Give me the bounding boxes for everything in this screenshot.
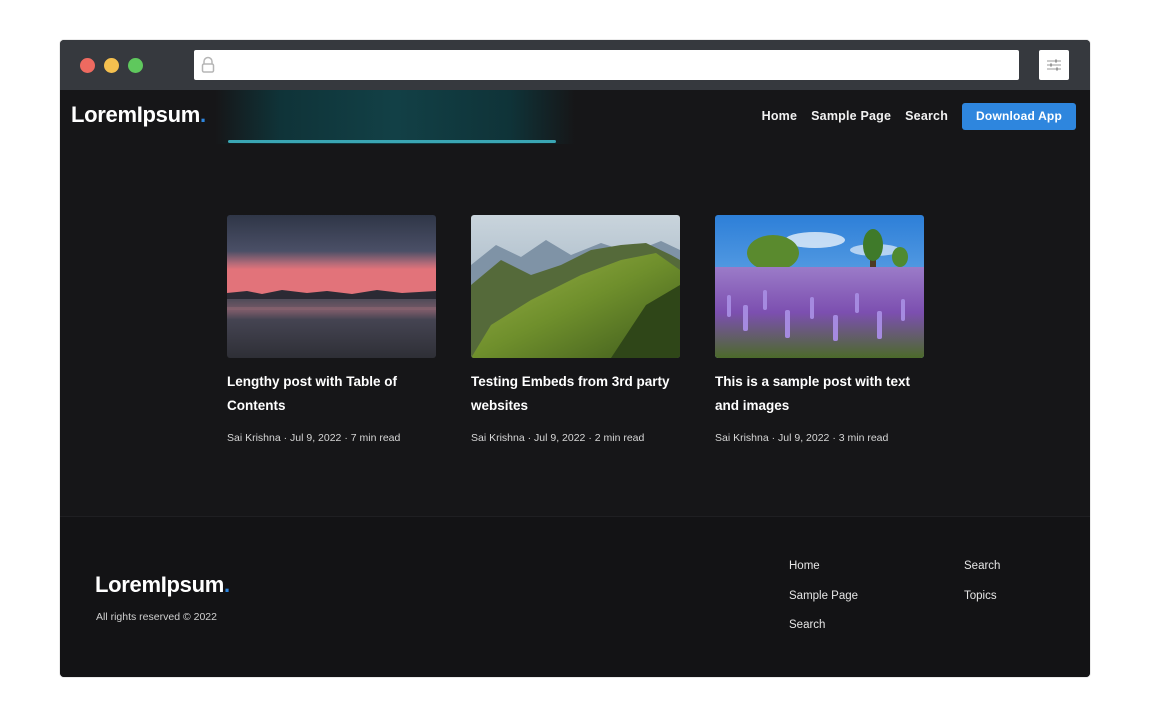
logo-dot: . [200, 102, 206, 127]
footer-link-search-2[interactable]: Search [964, 560, 1000, 572]
download-app-button[interactable]: Download App [962, 102, 1076, 130]
post-meta: Sai Krishna · Jul 9, 2022 · 7 min read [227, 432, 401, 444]
main-nav: Home Sample Page Search Download App [748, 102, 1076, 130]
nav-sample-page-link[interactable]: Sample Page [811, 109, 891, 123]
post-title[interactable]: This is a sample post with text and imag… [715, 370, 915, 418]
footer-link-topics[interactable]: Topics [964, 590, 997, 602]
post-card[interactable]: Lengthy post with Table of Contents Sai … [227, 215, 437, 444]
post-meta: Sai Krishna · Jul 9, 2022 · 3 min read [715, 432, 889, 444]
browser-toolbar [60, 40, 1090, 90]
footer-link-sample-page[interactable]: Sample Page [789, 590, 858, 602]
footer-logo[interactable]: LoremIpsum. [95, 572, 230, 598]
nav-home-link[interactable]: Home [762, 109, 798, 123]
maximize-window-button[interactable] [128, 58, 143, 73]
post-title[interactable]: Testing Embeds from 3rd party websites [471, 370, 671, 418]
site-logo[interactable]: LoremIpsum. [71, 102, 206, 128]
site-footer: LoremIpsum. All rights reserved © 2022 H… [60, 516, 1090, 677]
footer-link-search[interactable]: Search [789, 619, 825, 631]
footer-link-home[interactable]: Home [789, 560, 820, 572]
post-thumbnail-lupine-field[interactable] [715, 215, 924, 358]
footer-logo-dot: . [224, 572, 230, 597]
logo-text: LoremIpsum [71, 102, 201, 127]
address-bar[interactable] [194, 50, 1019, 80]
post-card[interactable]: Testing Embeds from 3rd party websites S… [471, 215, 681, 444]
post-card[interactable]: This is a sample post with text and imag… [715, 215, 925, 444]
settings-button[interactable] [1039, 50, 1069, 80]
post-title[interactable]: Lengthy post with Table of Contents [227, 370, 427, 418]
browser-window: LoremIpsum. Home Sample Page Search Down… [60, 40, 1090, 677]
post-thumbnail-sunset-lake[interactable] [227, 215, 436, 358]
minimize-window-button[interactable] [104, 58, 119, 73]
post-meta: Sai Krishna · Jul 9, 2022 · 2 min read [471, 432, 645, 444]
footer-logo-text: LoremIpsum [95, 572, 225, 597]
close-window-button[interactable] [80, 58, 95, 73]
post-thumbnail-mountains[interactable] [471, 215, 680, 358]
lock-icon [200, 56, 216, 74]
copyright-text: All rights reserved © 2022 [96, 611, 217, 623]
nav-search-link[interactable]: Search [905, 109, 948, 123]
